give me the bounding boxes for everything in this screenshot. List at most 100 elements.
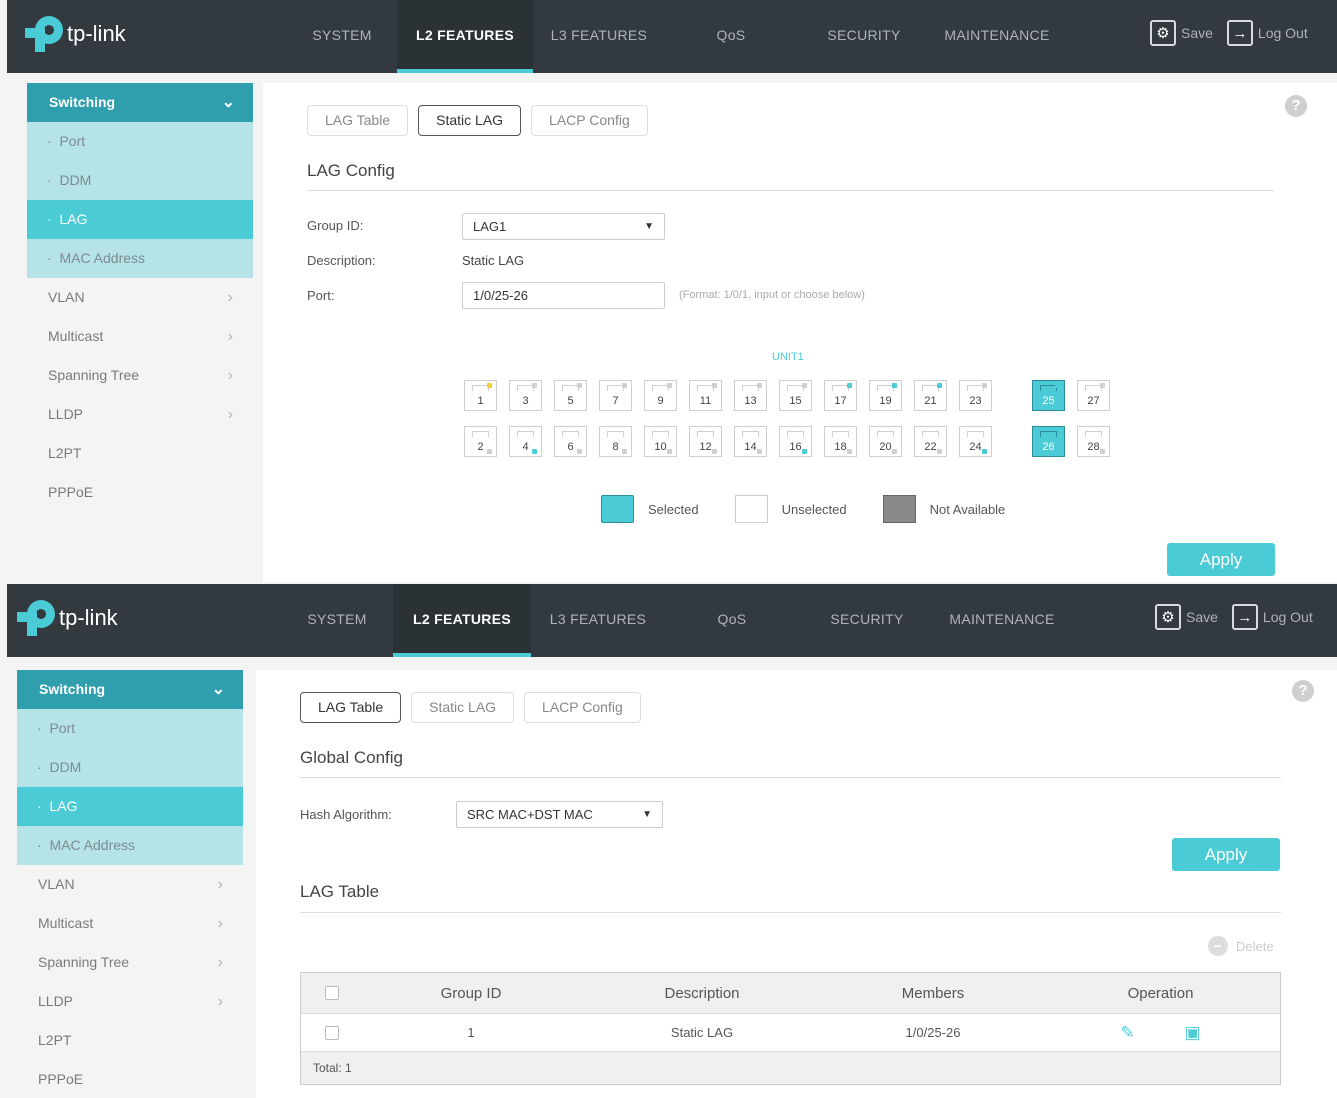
port-notch xyxy=(697,431,714,437)
port-26[interactable]: 26 xyxy=(1032,426,1065,457)
port-13[interactable]: 13 xyxy=(734,380,767,411)
port-legend: Selected Unselected Not Available xyxy=(601,495,1027,523)
port-9[interactable]: 9 xyxy=(644,380,677,411)
section-divider xyxy=(300,777,1281,778)
port-23[interactable]: 23 xyxy=(959,380,992,411)
apply-button[interactable]: Apply xyxy=(1167,543,1275,576)
sidebar-item-lldp[interactable]: LLDP › xyxy=(17,982,243,1021)
sidebar-sub-ddm[interactable]: · DDM xyxy=(17,748,243,787)
hash-algorithm-select[interactable]: SRC MAC+DST MAC ▼ xyxy=(456,801,663,828)
port-15[interactable]: 15 xyxy=(779,380,812,411)
sidebar-item-vlan[interactable]: VLAN › xyxy=(17,865,243,904)
save-button[interactable]: ⚙ Save xyxy=(1150,20,1213,46)
sidebar-item-l2pt[interactable]: L2PT xyxy=(17,1021,243,1060)
detail-icon[interactable]: ▣ xyxy=(1185,1023,1201,1043)
port-2[interactable]: 2 xyxy=(464,426,497,457)
logout-button[interactable]: → Log Out xyxy=(1226,20,1308,46)
port-5[interactable]: 5 xyxy=(554,380,587,411)
legend-not-available: Not Available xyxy=(882,495,1005,523)
sidebar-sub-port[interactable]: · Port xyxy=(27,122,253,161)
delete-button[interactable]: − Delete xyxy=(1208,936,1274,956)
nav-system[interactable]: SYSTEM xyxy=(281,584,393,657)
sidebar-item-spanning-tree[interactable]: Spanning Tree › xyxy=(17,943,243,982)
sidebar-item-lldp[interactable]: LLDP › xyxy=(27,395,253,434)
help-icon[interactable]: ? xyxy=(1292,680,1314,702)
port-input[interactable]: 1/0/25-26 xyxy=(462,282,665,309)
sidebar-sub-port[interactable]: · Port xyxy=(17,709,243,748)
nav-qos[interactable]: QoS xyxy=(665,0,797,73)
port-21[interactable]: 21 xyxy=(914,380,947,411)
row-checkbox[interactable] xyxy=(325,1025,339,1040)
edit-icon[interactable]: ✎ xyxy=(1120,1023,1134,1043)
port-17[interactable]: 17 xyxy=(824,380,857,411)
port-25[interactable]: 25 xyxy=(1032,380,1065,411)
nav-l2-features[interactable]: L2 FEATURES xyxy=(397,0,533,73)
nav-maintenance[interactable]: MAINTENANCE xyxy=(935,584,1069,657)
apply-button[interactable]: Apply xyxy=(1172,838,1280,871)
chevron-right-icon: › xyxy=(217,876,223,893)
port-8[interactable]: 8 xyxy=(599,426,632,457)
nav-system[interactable]: SYSTEM xyxy=(287,0,397,73)
sidebar-item-pppoe[interactable]: PPPoE xyxy=(27,473,253,512)
save-button[interactable]: ⚙ Save xyxy=(1155,604,1218,630)
sidebar-sub-mac-address[interactable]: · MAC Address xyxy=(27,239,253,278)
sidebar-item-pppoe[interactable]: PPPoE xyxy=(17,1060,243,1098)
port-7[interactable]: 7 xyxy=(599,380,632,411)
sidebar-switching[interactable]: Switching ⌄ xyxy=(17,670,243,709)
port-16[interactable]: 16 xyxy=(779,426,812,457)
help-icon[interactable]: ? xyxy=(1285,95,1307,117)
tab-static-lag[interactable]: Static LAG xyxy=(411,692,515,723)
port-notch xyxy=(562,431,579,437)
tab-lacp-config[interactable]: LACP Config xyxy=(524,692,641,723)
port-led-icon xyxy=(892,383,897,388)
nav-maintenance[interactable]: MAINTENANCE xyxy=(931,0,1063,73)
nav-l2-features[interactable]: L2 FEATURES xyxy=(393,584,531,657)
port-24[interactable]: 24 xyxy=(959,426,992,457)
main-nav: SYSTEM L2 FEATURES L3 FEATURES QoS SECUR… xyxy=(281,584,1069,657)
tab-lag-table[interactable]: LAG Table xyxy=(307,105,409,136)
sidebar-item-multicast[interactable]: Multicast › xyxy=(17,904,243,943)
select-all-checkbox[interactable] xyxy=(325,986,339,1000)
nav-security[interactable]: SECURITY xyxy=(797,0,931,73)
chevron-down-icon: ⌄ xyxy=(221,94,235,111)
sidebar-switching[interactable]: Switching ⌄ xyxy=(27,83,253,122)
nav-qos[interactable]: QoS xyxy=(665,584,799,657)
tab-lacp-config[interactable]: LACP Config xyxy=(531,105,648,136)
port-18[interactable]: 18 xyxy=(824,426,857,457)
nav-l3-features[interactable]: L3 FEATURES xyxy=(533,0,665,73)
port-19[interactable]: 19 xyxy=(869,380,902,411)
sidebar-sub-ddm[interactable]: · DDM xyxy=(27,161,253,200)
sidebar-item-vlan[interactable]: VLAN › xyxy=(27,278,253,317)
section-divider xyxy=(300,912,1281,913)
port-22[interactable]: 22 xyxy=(914,426,947,457)
sidebar-item-multicast[interactable]: Multicast › xyxy=(27,317,253,356)
port-27[interactable]: 27 xyxy=(1077,380,1110,411)
sidebar-sub-lag[interactable]: · LAG xyxy=(17,787,243,826)
minus-circle-icon: − xyxy=(1208,936,1228,956)
nav-l3-features[interactable]: L3 FEATURES xyxy=(531,584,665,657)
port-12[interactable]: 12 xyxy=(689,426,722,457)
tab-lag-table[interactable]: LAG Table xyxy=(300,692,402,723)
global-config-title: Global Config xyxy=(300,748,404,767)
logout-button[interactable]: → Log Out xyxy=(1231,604,1313,630)
port-3[interactable]: 3 xyxy=(509,380,542,411)
sidebar-item-l2pt[interactable]: L2PT xyxy=(27,434,253,473)
group-id-select[interactable]: LAG1 ▼ xyxy=(462,213,665,240)
port-1[interactable]: 1 xyxy=(464,380,497,411)
nav-security[interactable]: SECURITY xyxy=(799,584,935,657)
sidebar-sub-mac-address[interactable]: · MAC Address xyxy=(17,826,243,865)
sidebar-sub-lag[interactable]: · LAG xyxy=(27,200,253,239)
port-28[interactable]: 28 xyxy=(1077,426,1110,457)
port-20[interactable]: 20 xyxy=(869,426,902,457)
caret-down-icon: ▼ xyxy=(644,221,654,232)
tab-static-lag[interactable]: Static LAG xyxy=(418,105,522,136)
port-14[interactable]: 14 xyxy=(734,426,767,457)
port-4[interactable]: 4 xyxy=(509,426,542,457)
port-number: 18 xyxy=(834,441,847,453)
port-6[interactable]: 6 xyxy=(554,426,587,457)
sidebar-item-spanning-tree[interactable]: Spanning Tree › xyxy=(27,356,253,395)
port-11[interactable]: 11 xyxy=(689,380,722,411)
port-10[interactable]: 10 xyxy=(644,426,677,457)
selected-port-icon xyxy=(601,495,634,523)
port-number: 13 xyxy=(744,395,757,407)
